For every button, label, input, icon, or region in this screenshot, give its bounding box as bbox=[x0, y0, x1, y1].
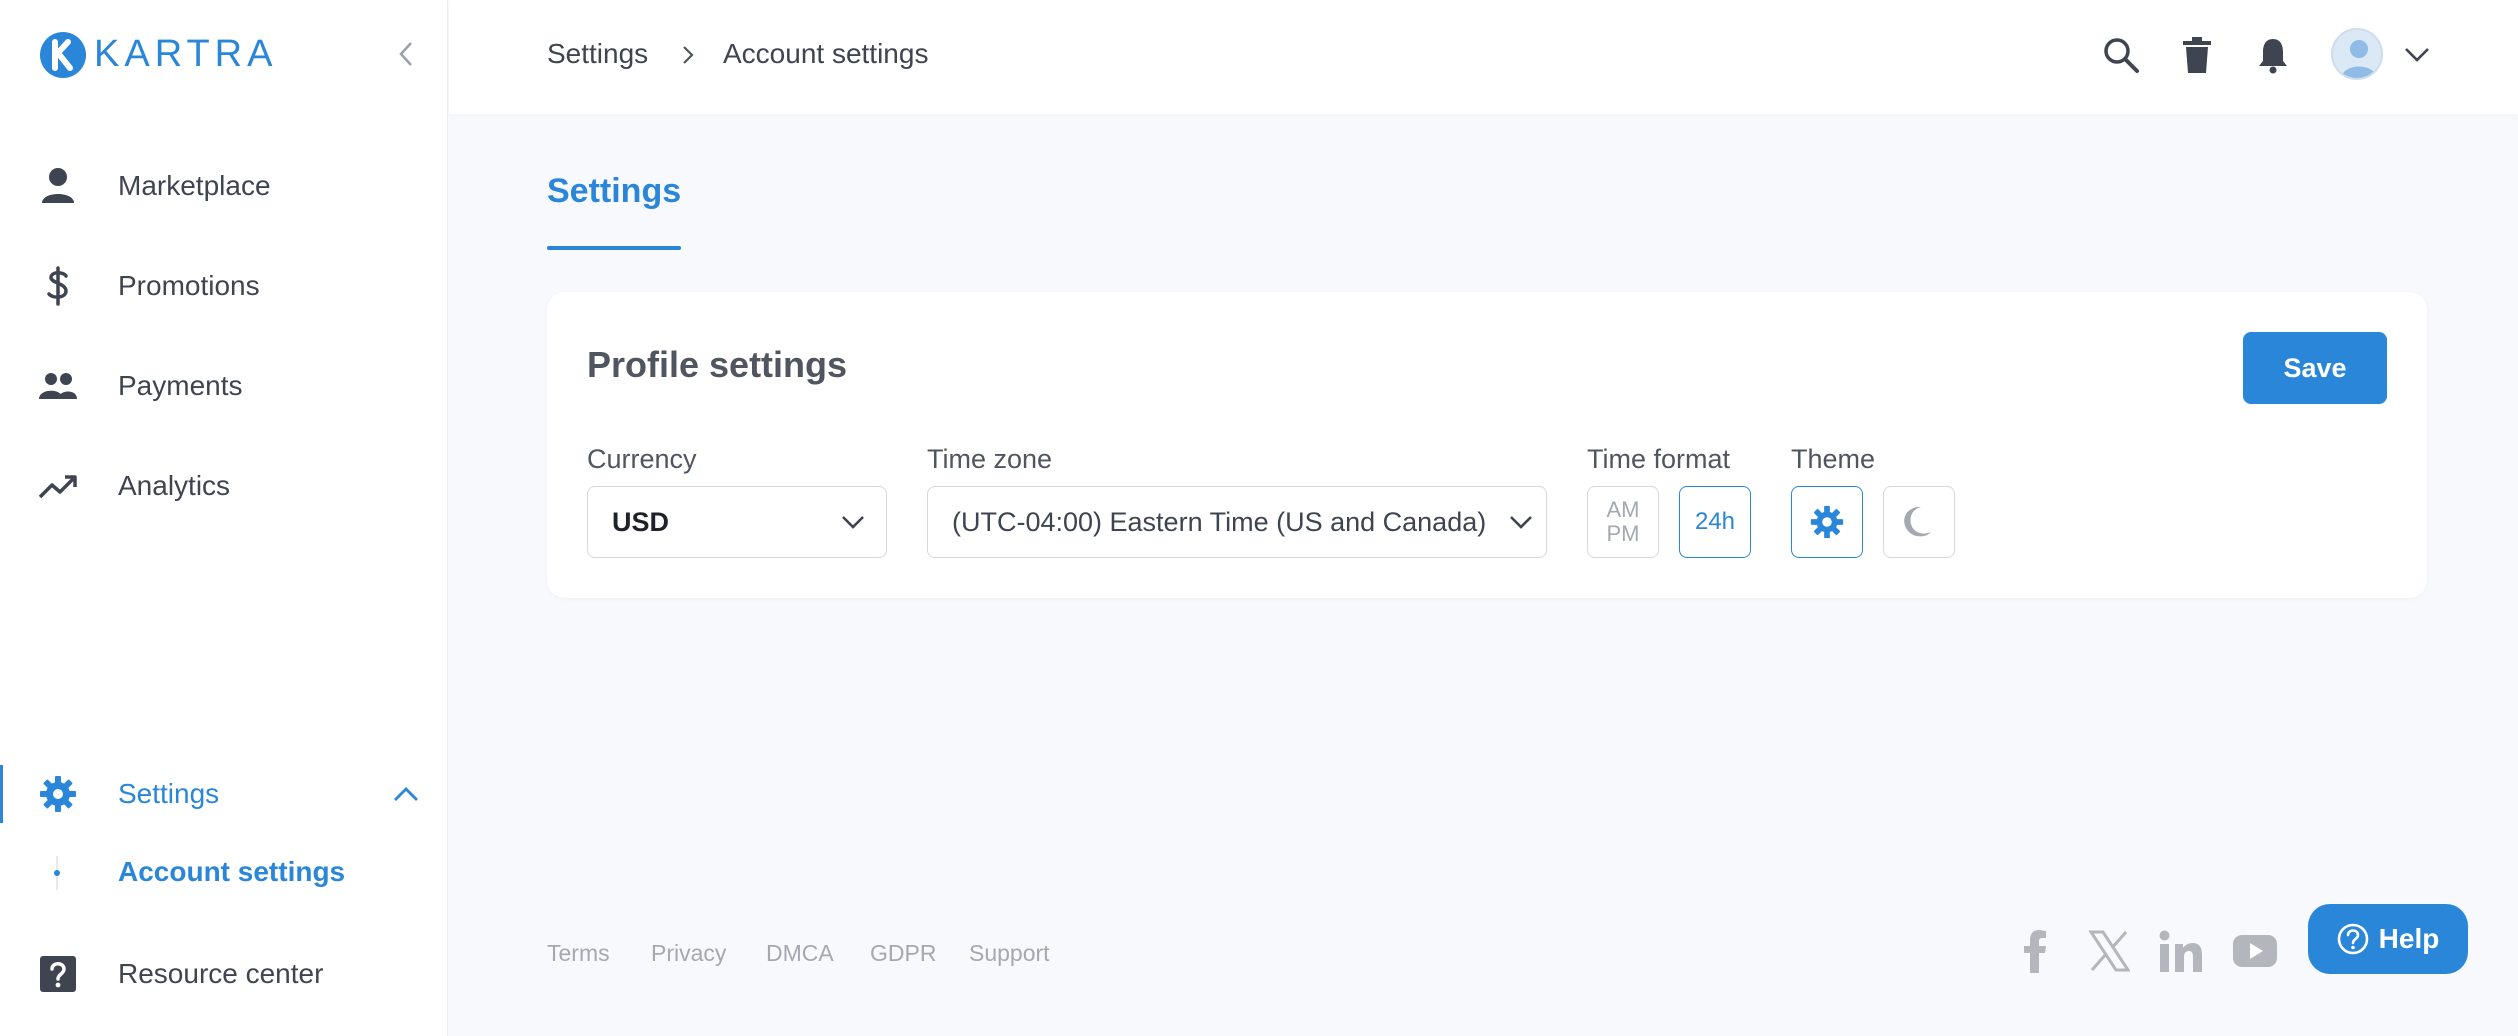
24h-label: 24h bbox=[1694, 508, 1736, 535]
tab-underline bbox=[547, 246, 681, 250]
theme-dark-button[interactable] bbox=[1883, 486, 1955, 558]
save-button[interactable]: Save bbox=[2243, 332, 2387, 404]
sun-gear-icon bbox=[1810, 505, 1844, 539]
chevron-down-icon[interactable] bbox=[2395, 33, 2439, 77]
trash-icon[interactable] bbox=[2175, 33, 2219, 77]
theme-light-button[interactable] bbox=[1791, 486, 1863, 558]
pm-label: PM bbox=[1606, 521, 1640, 546]
sidebar-item-label: Promotions bbox=[118, 270, 260, 301]
chevron-down-icon bbox=[838, 507, 868, 537]
sidebar-item-label: Payments bbox=[118, 370, 243, 401]
help-square-icon bbox=[38, 954, 78, 994]
time-format-ampm-button[interactable]: AM PM bbox=[1587, 486, 1659, 558]
kartra-logo[interactable]: KARTRA bbox=[38, 28, 277, 80]
sidebar-item-promotions[interactable]: Promotions bbox=[0, 254, 448, 318]
sidebar-item-label: Analytics bbox=[118, 470, 231, 501]
dollar-icon bbox=[38, 266, 78, 306]
top-header: Settings Account settings bbox=[449, 0, 2518, 114]
card-title: Profile settings bbox=[587, 344, 848, 385]
x-icon[interactable] bbox=[2086, 928, 2132, 974]
footer-link-gdpr[interactable]: GDPR bbox=[870, 940, 936, 967]
sidebar-item-label: Resource center bbox=[118, 958, 324, 989]
question-circle-icon bbox=[2337, 923, 2368, 955]
sidebar: KARTRA Marketplace Promotions Payments A… bbox=[0, 0, 448, 1036]
help-label: Help bbox=[2378, 923, 2440, 954]
time-format-24h-button[interactable]: 24h bbox=[1679, 486, 1751, 558]
timezone-label: Time zone bbox=[927, 444, 1053, 474]
submenu-active-dot bbox=[54, 870, 60, 876]
time-format-label: Time format bbox=[1587, 444, 1731, 474]
footer-link-support[interactable]: Support bbox=[969, 940, 1050, 967]
chevron-left-icon bbox=[399, 42, 412, 66]
avatar[interactable] bbox=[2331, 28, 2383, 80]
chevron-right-icon bbox=[676, 40, 700, 70]
sidebar-item-label: Marketplace bbox=[118, 170, 271, 201]
sidebar-subitem-account-settings[interactable]: Account settings bbox=[118, 856, 345, 888]
sidebar-item-analytics[interactable]: Analytics bbox=[0, 454, 448, 518]
collapse-sidebar-button[interactable] bbox=[390, 38, 422, 70]
linkedin-icon[interactable] bbox=[2158, 928, 2204, 974]
footer-link-terms[interactable]: Terms bbox=[547, 940, 610, 967]
sidebar-item-resource-center[interactable]: Resource center bbox=[0, 942, 448, 1006]
chevron-up-icon[interactable] bbox=[390, 778, 422, 810]
timezone-value: (UTC-04:00) Eastern Time (US and Canada) bbox=[952, 506, 1487, 537]
breadcrumb-settings[interactable]: Settings bbox=[547, 38, 648, 70]
footer-link-privacy[interactable]: Privacy bbox=[651, 940, 726, 967]
timezone-select[interactable]: (UTC-04:00) Eastern Time (US and Canada) bbox=[927, 486, 1547, 558]
tab-settings[interactable]: Settings bbox=[547, 172, 681, 211]
help-button[interactable]: Help bbox=[2308, 904, 2468, 974]
person-icon bbox=[38, 166, 78, 206]
search-icon[interactable] bbox=[2099, 33, 2143, 77]
bell-icon[interactable] bbox=[2251, 33, 2295, 77]
sidebar-item-marketplace[interactable]: Marketplace bbox=[0, 154, 448, 218]
sidebar-item-payments[interactable]: Payments bbox=[0, 354, 448, 418]
profile-settings-card: Profile settings Save Currency USD Time … bbox=[547, 292, 2427, 598]
currency-select[interactable]: USD bbox=[587, 486, 887, 558]
youtube-icon[interactable] bbox=[2232, 928, 2278, 974]
currency-label: Currency bbox=[587, 444, 697, 474]
am-label: AM bbox=[1606, 497, 1640, 522]
trending-up-icon bbox=[38, 466, 78, 506]
sidebar-item-label: Settings bbox=[118, 778, 220, 809]
people-icon bbox=[38, 366, 78, 406]
footer-link-dmca[interactable]: DMCA bbox=[766, 940, 834, 967]
kartra-logo-icon bbox=[40, 32, 86, 78]
brand-name: KARTRA bbox=[94, 33, 278, 75]
theme-label: Theme bbox=[1791, 444, 1876, 474]
facebook-icon[interactable] bbox=[2012, 928, 2058, 974]
breadcrumb-account-settings: Account settings bbox=[723, 38, 929, 69]
sidebar-item-settings[interactable]: Settings bbox=[0, 762, 448, 826]
currency-value: USD bbox=[612, 506, 670, 537]
gear-icon bbox=[38, 774, 78, 814]
chevron-down-icon bbox=[1506, 507, 1536, 537]
moon-icon bbox=[1904, 506, 1931, 537]
